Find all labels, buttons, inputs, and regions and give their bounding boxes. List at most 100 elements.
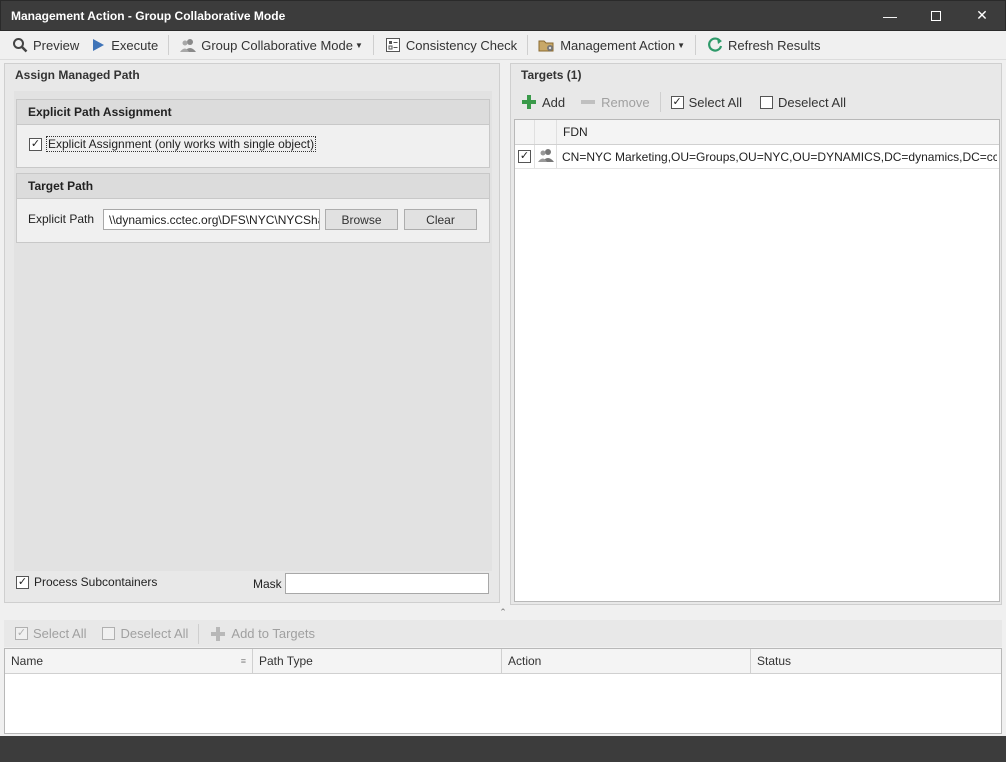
toolbar-separator (527, 35, 529, 55)
results-grid: Name ≡ Path Type Action Status (4, 648, 1002, 734)
maximize-icon (931, 10, 941, 21)
chevron-down-icon: ▼ (677, 40, 686, 50)
checklist-icon (384, 37, 402, 53)
deselect-all-checkbox-icon (760, 95, 774, 109)
maximize-button[interactable] (913, 0, 959, 31)
collab-mode-dropdown[interactable]: Group Collaborative Mode ▼ (174, 33, 368, 57)
browse-button[interactable]: Browse (325, 209, 398, 230)
group-title: Explicit Path Assignment (17, 100, 489, 125)
select-all-checkbox-icon: ✓ (670, 95, 684, 109)
folder-gear-icon (538, 37, 556, 53)
deselect-all-checkbox-icon (102, 627, 116, 640)
targets-toolbar: Add Remove ✓ Select All Deselect All (515, 90, 851, 114)
play-icon (89, 37, 107, 53)
status-column-header[interactable]: Status (751, 649, 1001, 673)
close-icon: ✕ (976, 7, 988, 23)
row-checkbox-cell: ✓ (515, 145, 535, 168)
panel-splitter[interactable]: ⌃ (0, 606, 1006, 618)
window-title: Management Action - Group Collaborative … (11, 8, 286, 23)
refresh-icon (706, 37, 724, 53)
group-title: Target Path (17, 174, 489, 199)
deselect-all-label: Deselect All (120, 626, 189, 641)
status-bar (0, 736, 1006, 762)
fdn-column-header[interactable]: FDN (557, 120, 588, 144)
process-subcontainers-checkbox[interactable]: ✓ (16, 575, 29, 589)
process-subcontainers-row: ✓ Process Subcontainers (16, 575, 157, 589)
targets-grid: FDN ✓ CN=NYC Marketing,OU=Groups,OU=NYC,… (514, 119, 1000, 602)
fdn-cell: CN=NYC Marketing,OU=Groups,OU=NYC,OU=DYN… (562, 149, 997, 164)
toolbar-separator (198, 623, 200, 644)
target-path-group: Target Path Explicit Path \\dynamics.cct… (16, 173, 490, 243)
results-select-all[interactable]: ✓ Select All (10, 622, 91, 646)
table-row[interactable]: ✓ CN=NYC Marketing,OU=Groups,OU=NYC,OU=D… (515, 145, 999, 169)
results-toolbar: ✓ Select All Deselect All Add to Targets (4, 620, 1002, 647)
execute-label: Execute (111, 37, 159, 53)
deselect-all-targets[interactable]: Deselect All (755, 90, 851, 114)
name-column-label: Name (11, 654, 44, 668)
path-type-column-header[interactable]: Path Type (253, 649, 502, 673)
explicit-assignment-checkbox[interactable]: ✓ (29, 137, 42, 151)
add-label: Add (542, 94, 566, 110)
consistency-check-label: Consistency Check (405, 37, 518, 53)
minus-icon (579, 94, 597, 110)
select-all-targets[interactable]: ✓ Select All (666, 90, 747, 114)
assign-managed-path-panel: Assign Managed Path Explicit Path Assign… (4, 63, 500, 603)
action-column-header[interactable]: Action (502, 649, 751, 673)
remove-label: Remove (601, 94, 650, 110)
explicit-path-input[interactable]: \\dynamics.cctec.org\DFS\NYC\NYCShare (103, 209, 320, 230)
name-column-header[interactable]: Name ≡ (5, 649, 253, 673)
grid-header: FDN (515, 120, 999, 145)
management-action-label: Management Action (560, 37, 676, 53)
row-icon-cell (535, 145, 557, 168)
title-bar: Management Action - Group Collaborative … (0, 0, 1006, 31)
plus-icon (520, 94, 538, 110)
chevron-up-icon: ⌃ (499, 606, 507, 617)
deselect-all-label: Deselect All (778, 94, 846, 110)
add-target-button[interactable]: Add (515, 90, 570, 114)
icon-column-header (535, 120, 557, 144)
select-all-checkbox-icon: ✓ (15, 627, 28, 640)
group-icon (537, 148, 555, 165)
users-icon (179, 37, 197, 53)
process-subcontainers-label: Process Subcontainers (34, 575, 158, 589)
sort-icon: ≡ (240, 656, 246, 666)
minimize-button[interactable]: — (867, 0, 913, 31)
toolbar-separator (659, 92, 661, 112)
panel-title: Assign Managed Path (5, 64, 499, 88)
magnifier-icon (11, 37, 29, 53)
remove-target-button[interactable]: Remove (574, 90, 654, 114)
collab-mode-label: Group Collaborative Mode (201, 37, 353, 53)
toolbar-separator (168, 35, 170, 55)
results-deselect-all[interactable]: Deselect All (97, 622, 193, 646)
consistency-check-button[interactable]: Consistency Check (379, 33, 522, 57)
add-to-targets-button[interactable]: Add to Targets (204, 622, 320, 646)
toolbar-separator (695, 35, 697, 55)
management-action-dropdown[interactable]: Management Action ▼ (533, 33, 690, 57)
refresh-results-label: Refresh Results (728, 37, 821, 53)
targets-panel: Targets (1) Add Remove ✓ Select All Dese… (510, 63, 1002, 605)
toolbar-separator (372, 35, 374, 55)
preview-button[interactable]: Preview (6, 33, 84, 57)
preview-label: Preview (33, 37, 80, 53)
mask-input[interactable] (285, 573, 489, 594)
results-grid-header: Name ≡ Path Type Action Status (5, 649, 1001, 674)
close-button[interactable]: ✕ (959, 0, 1005, 31)
add-to-targets-label: Add to Targets (231, 626, 315, 641)
plus-icon (209, 626, 227, 642)
explicit-assignment-label: Explicit Assignment (only works with sin… (46, 136, 317, 152)
execute-button[interactable]: Execute (84, 33, 163, 57)
clear-button[interactable]: Clear (404, 209, 477, 230)
mask-label: Mask (253, 577, 282, 591)
panel-title: Targets (1) (511, 64, 1001, 88)
main-toolbar: Preview Execute Group Collaborative Mode… (0, 31, 1006, 60)
chevron-down-icon: ▼ (354, 40, 363, 50)
select-all-label: Select All (688, 94, 743, 110)
check-column-header (515, 120, 535, 144)
explicit-path-label: Explicit Path (28, 212, 95, 226)
left-panel-body: Explicit Path Assignment ✓ Explicit Assi… (14, 91, 492, 571)
row-checkbox[interactable]: ✓ (518, 150, 531, 163)
explicit-path-group: Explicit Path Assignment ✓ Explicit Assi… (16, 99, 490, 168)
select-all-label: Select All (33, 626, 87, 641)
minimize-icon: — (883, 7, 897, 24)
refresh-results-button[interactable]: Refresh Results (701, 33, 825, 57)
